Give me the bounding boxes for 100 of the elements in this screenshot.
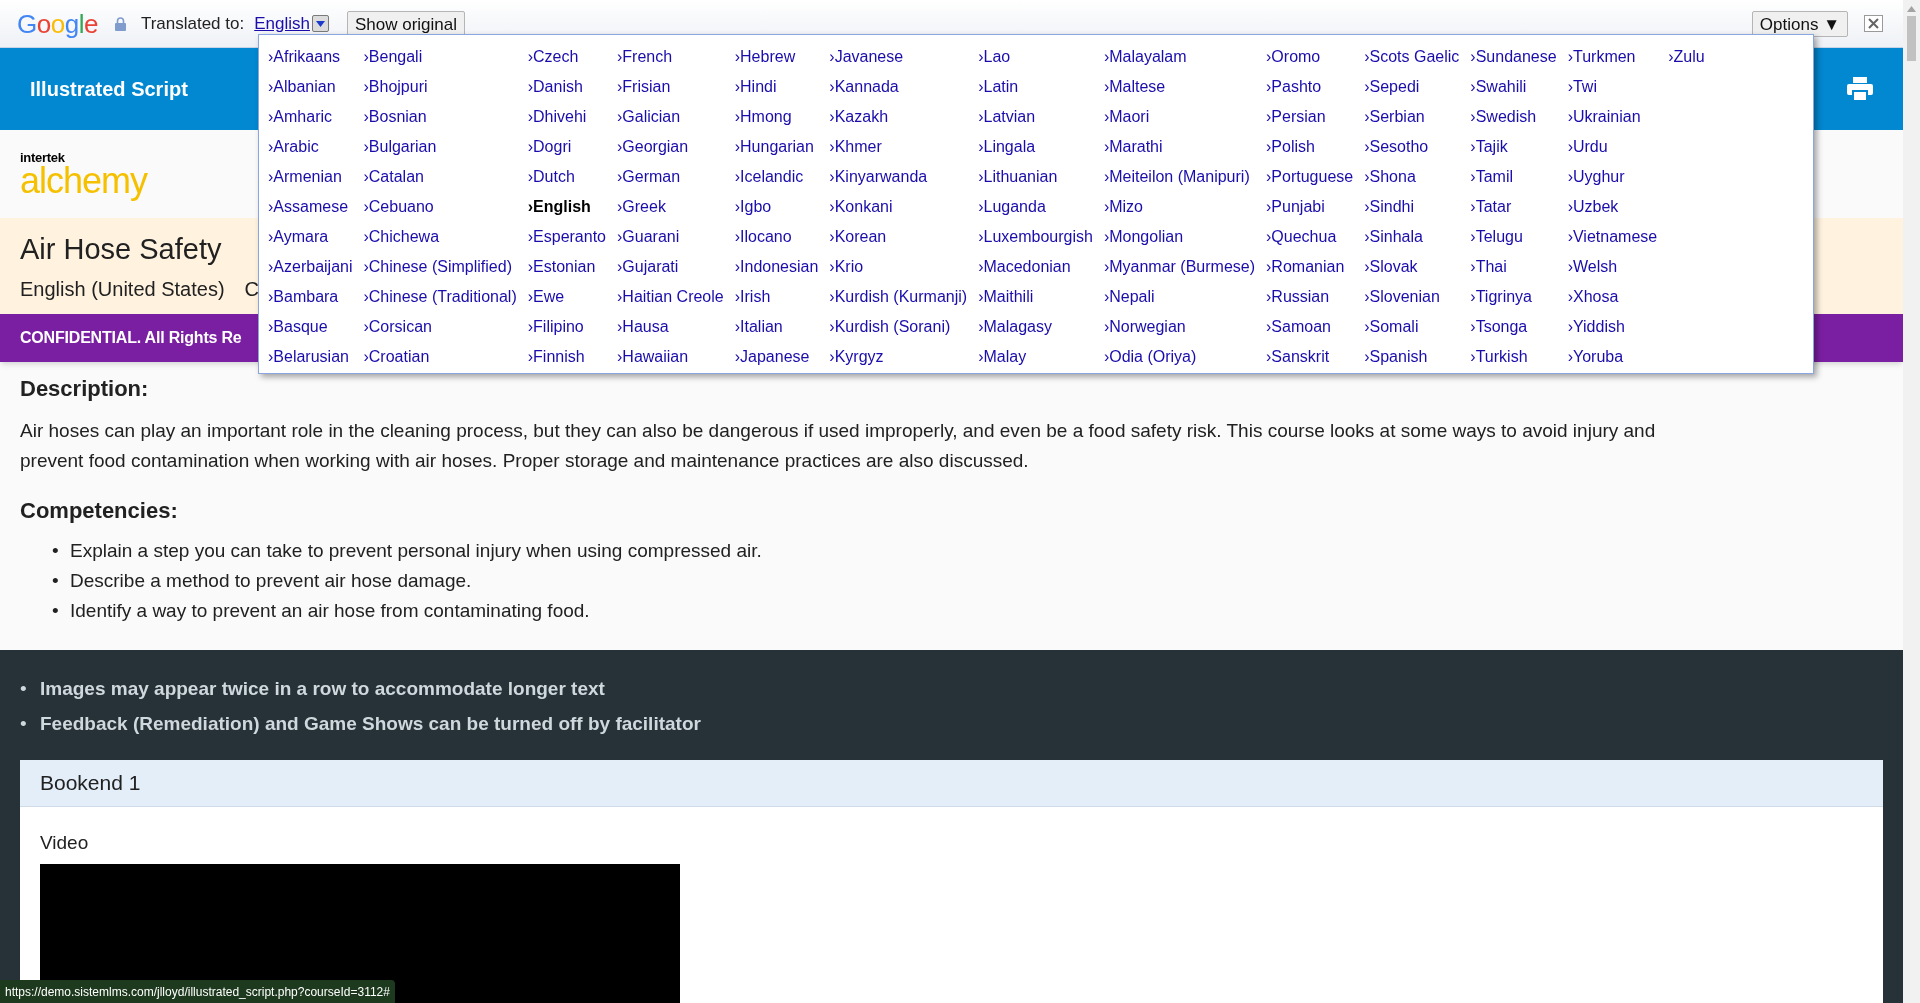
- scroll-up-icon[interactable]: [1907, 6, 1916, 12]
- language-option[interactable]: ›Maithili: [978, 282, 1093, 312]
- language-option[interactable]: ›Chinese (Traditional): [363, 282, 517, 312]
- language-option[interactable]: ›Dogri: [527, 132, 606, 162]
- language-option[interactable]: ›Lithuanian: [978, 162, 1093, 192]
- language-option[interactable]: ›Hausa: [617, 312, 724, 342]
- language-option[interactable]: ›Kannada: [829, 72, 968, 102]
- language-option[interactable]: ›Khmer: [829, 132, 968, 162]
- language-option[interactable]: ›Azerbaijani: [268, 252, 353, 282]
- language-option[interactable]: ›Bengali: [363, 42, 517, 72]
- language-option[interactable]: ›German: [617, 162, 724, 192]
- language-option[interactable]: ›Urdu: [1567, 132, 1658, 162]
- language-option[interactable]: ›Persian: [1266, 102, 1354, 132]
- language-option[interactable]: ›Samoan: [1266, 312, 1354, 342]
- language-option[interactable]: ›Armenian: [268, 162, 353, 192]
- language-option[interactable]: ›Javanese: [829, 42, 968, 72]
- language-option[interactable]: ›Croatian: [363, 342, 517, 372]
- language-option[interactable]: ›Malayalam: [1103, 42, 1256, 72]
- language-option[interactable]: ›Luganda: [978, 192, 1093, 222]
- language-option[interactable]: ›Hindi: [734, 72, 819, 102]
- language-option[interactable]: ›French: [617, 42, 724, 72]
- language-option[interactable]: ›Tamil: [1470, 162, 1557, 192]
- language-option[interactable]: ›Basque: [268, 312, 353, 342]
- language-option[interactable]: ›Myanmar (Burmese): [1103, 252, 1256, 282]
- language-option[interactable]: ›Spanish: [1364, 342, 1460, 372]
- language-option[interactable]: ›Hawaiian: [617, 342, 724, 372]
- language-option[interactable]: ›Punjabi: [1266, 192, 1354, 222]
- language-option[interactable]: ›Bulgarian: [363, 132, 517, 162]
- language-option[interactable]: ›Swahili: [1470, 72, 1557, 102]
- language-option[interactable]: ›Slovak: [1364, 252, 1460, 282]
- language-option[interactable]: ›Albanian: [268, 72, 353, 102]
- language-option[interactable]: ›Vietnamese: [1567, 222, 1658, 252]
- language-option[interactable]: ›Ewe: [527, 282, 606, 312]
- scrollbar-thumb[interactable]: [1907, 16, 1916, 61]
- language-option[interactable]: ›Kurdish (Kurmanji): [829, 282, 968, 312]
- language-option[interactable]: ›Mizo: [1103, 192, 1256, 222]
- language-option[interactable]: ›Latvian: [978, 102, 1093, 132]
- language-option[interactable]: ›Malay: [978, 342, 1093, 372]
- language-option[interactable]: ›Thai: [1470, 252, 1557, 282]
- language-option[interactable]: ›Sesotho: [1364, 132, 1460, 162]
- language-option[interactable]: ›Uzbek: [1567, 192, 1658, 222]
- language-option[interactable]: ›Galician: [617, 102, 724, 132]
- language-option[interactable]: ›Indonesian: [734, 252, 819, 282]
- show-original-button[interactable]: Show original: [346, 10, 466, 37]
- language-option[interactable]: ›Czech: [527, 42, 606, 72]
- language-option[interactable]: ›Japanese: [734, 342, 819, 372]
- language-option[interactable]: ›Xhosa: [1567, 282, 1658, 312]
- language-option[interactable]: ›Macedonian: [978, 252, 1093, 282]
- language-option[interactable]: ›Kyrgyz: [829, 342, 968, 372]
- language-option[interactable]: ›Chinese (Simplified): [363, 252, 517, 282]
- print-icon[interactable]: [1847, 77, 1873, 101]
- language-option[interactable]: ›Frisian: [617, 72, 724, 102]
- language-option[interactable]: ›Hebrew: [734, 42, 819, 72]
- language-option[interactable]: ›Kurdish (Sorani): [829, 312, 968, 342]
- language-option[interactable]: ›Aymara: [268, 222, 353, 252]
- language-option[interactable]: ›Catalan: [363, 162, 517, 192]
- language-option[interactable]: ›Scots Gaelic: [1364, 42, 1460, 72]
- language-option[interactable]: ›Ukrainian: [1567, 102, 1658, 132]
- language-option[interactable]: ›Telugu: [1470, 222, 1557, 252]
- language-option[interactable]: ›Dhivehi: [527, 102, 606, 132]
- language-option[interactable]: ›Odia (Oriya): [1103, 342, 1256, 372]
- language-option[interactable]: ›Igbo: [734, 192, 819, 222]
- language-option[interactable]: ›Georgian: [617, 132, 724, 162]
- language-option[interactable]: ›Portuguese: [1266, 162, 1354, 192]
- language-option[interactable]: ›Meiteilon (Manipuri): [1103, 162, 1256, 192]
- language-option[interactable]: ›Estonian: [527, 252, 606, 282]
- language-option[interactable]: ›Swedish: [1470, 102, 1557, 132]
- language-option[interactable]: ›Belarusian: [268, 342, 353, 372]
- language-option[interactable]: ›Arabic: [268, 132, 353, 162]
- language-link[interactable]: English: [254, 10, 310, 37]
- language-option[interactable]: ›Pashto: [1266, 72, 1354, 102]
- language-option[interactable]: ›Yoruba: [1567, 342, 1658, 372]
- dropdown-button[interactable]: [311, 15, 329, 32]
- language-option[interactable]: ›Somali: [1364, 312, 1460, 342]
- language-option[interactable]: ›Assamese: [268, 192, 353, 222]
- language-option[interactable]: ›Zulu: [1668, 42, 1705, 72]
- language-option[interactable]: ›Uyghur: [1567, 162, 1658, 192]
- language-option[interactable]: ›Greek: [617, 192, 724, 222]
- language-option[interactable]: ›Latin: [978, 72, 1093, 102]
- language-option[interactable]: ›Tigrinya: [1470, 282, 1557, 312]
- language-option[interactable]: ›Yiddish: [1567, 312, 1658, 342]
- language-option[interactable]: ›Irish: [734, 282, 819, 312]
- language-option[interactable]: ›Italian: [734, 312, 819, 342]
- language-option[interactable]: ›Hmong: [734, 102, 819, 132]
- language-option[interactable]: ›Sundanese: [1470, 42, 1557, 72]
- language-option[interactable]: ›Haitian Creole: [617, 282, 724, 312]
- language-option[interactable]: ›Russian: [1266, 282, 1354, 312]
- language-option[interactable]: ›Dutch: [527, 162, 606, 192]
- language-option[interactable]: ›Shona: [1364, 162, 1460, 192]
- language-option[interactable]: ›Finnish: [527, 342, 606, 372]
- language-option[interactable]: ›Bosnian: [363, 102, 517, 132]
- language-option[interactable]: ›Sindhi: [1364, 192, 1460, 222]
- language-option[interactable]: ›Maori: [1103, 102, 1256, 132]
- language-option[interactable]: ›Marathi: [1103, 132, 1256, 162]
- language-option[interactable]: ›Icelandic: [734, 162, 819, 192]
- language-option[interactable]: ›Hungarian: [734, 132, 819, 162]
- language-option[interactable]: ›Oromo: [1266, 42, 1354, 72]
- language-option[interactable]: ›Kinyarwanda: [829, 162, 968, 192]
- language-option[interactable]: ›Sepedi: [1364, 72, 1460, 102]
- language-option[interactable]: ›Corsican: [363, 312, 517, 342]
